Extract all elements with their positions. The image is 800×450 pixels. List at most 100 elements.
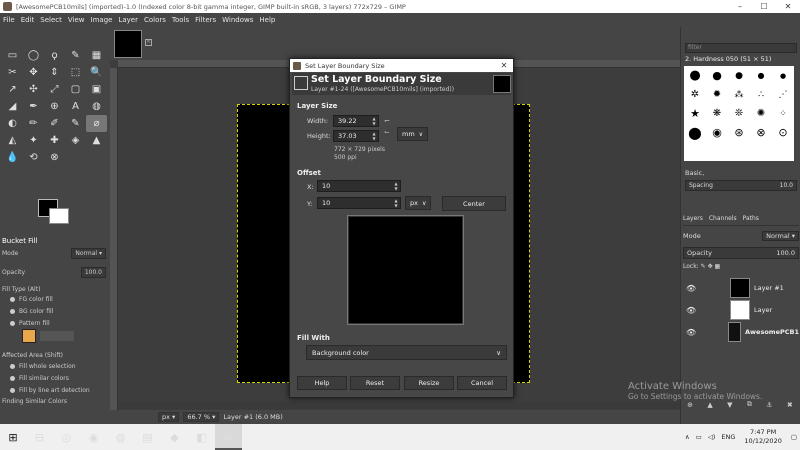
taskbar-app-icon[interactable]: ◎ xyxy=(53,424,80,450)
tool-icon[interactable]: ◯ xyxy=(23,47,44,64)
vscode-icon[interactable]: ◆ xyxy=(161,424,188,450)
eye-icon[interactable]: 👁 xyxy=(686,306,698,315)
tool-icon[interactable]: ϙ xyxy=(44,47,65,64)
menu-filters[interactable]: Filters xyxy=(195,16,216,24)
menu-tools[interactable]: Tools xyxy=(172,16,189,24)
eye-icon[interactable]: 👁 xyxy=(686,328,696,337)
fg-bg-colors[interactable] xyxy=(38,199,72,227)
brush-preset-icon[interactable]: ❋ xyxy=(706,104,728,123)
menu-layer[interactable]: Layer xyxy=(118,16,138,24)
x-offset-input[interactable]: 10 ▲ ▼ xyxy=(317,180,401,192)
new-layer-icon[interactable]: ⊕ xyxy=(687,401,693,409)
duplicate-layer-icon[interactable]: ⧉ xyxy=(747,400,752,409)
cancel-button[interactable]: Cancel xyxy=(457,376,507,390)
spin-arrows-icon[interactable]: ▲ ▼ xyxy=(371,131,377,141)
layer-row[interactable]: 👁 AwesomePCB1 xyxy=(683,321,799,343)
network-icon[interactable]: ▭ xyxy=(696,433,702,441)
gimp-taskbar-icon[interactable]: ▣ xyxy=(215,424,242,450)
tool-icon[interactable]: 🔍 xyxy=(86,64,107,81)
center-button[interactable]: Center xyxy=(442,196,506,211)
tool-icon[interactable]: 💧 xyxy=(2,149,23,166)
tool-icon[interactable]: ◍ xyxy=(86,98,107,115)
tool-icon[interactable]: ⤢ xyxy=(44,81,65,98)
tool-icon[interactable]: ✎ xyxy=(65,115,86,132)
layer-down-icon[interactable]: ▼ xyxy=(727,401,732,409)
eye-icon[interactable]: 👁 xyxy=(686,284,698,293)
tool-icon[interactable]: ⊗ xyxy=(44,149,65,166)
spacing-slider[interactable]: Spacing 10.0 xyxy=(685,180,797,191)
fill-option-bg[interactable]: BG color fill xyxy=(2,305,106,317)
reset-button[interactable]: Reset xyxy=(350,376,400,390)
background-color[interactable] xyxy=(49,208,69,224)
y-offset-input[interactable]: 10 ▲ ▼ xyxy=(317,197,401,209)
tool-icon[interactable]: ✐ xyxy=(44,115,65,132)
dialog-close-button[interactable]: ✕ xyxy=(495,61,513,70)
tool-icon[interactable]: ⇕ xyxy=(44,64,65,81)
horizontal-scrollbar[interactable] xyxy=(118,402,680,409)
fill-option-pattern[interactable]: Pattern fill xyxy=(2,317,106,329)
close-tab-icon[interactable]: ✕ xyxy=(145,39,152,46)
file-explorer-icon[interactable]: ▤ xyxy=(134,424,161,450)
brush-preset-icon[interactable]: ● xyxy=(706,66,728,85)
brush-preset-icon[interactable]: ⁘ xyxy=(772,104,794,123)
brush-preset-icon[interactable]: ❊ xyxy=(728,104,750,123)
brush-preset-icon[interactable]: ● xyxy=(684,66,706,85)
taskbar-app-icon[interactable]: ◧ xyxy=(188,424,215,450)
zoom-select[interactable]: 66.7 % ▾ xyxy=(183,412,220,422)
width-input[interactable]: 39.22 ▲ ▼ xyxy=(333,115,379,127)
layer-opacity-slider[interactable]: Opacity 100.0 xyxy=(683,247,799,259)
brush-preset-icon[interactable]: ✲ xyxy=(684,85,706,104)
tool-icon[interactable]: ▢ xyxy=(65,81,86,98)
menu-help[interactable]: Help xyxy=(259,16,275,24)
brush-preset-icon[interactable]: ⊙ xyxy=(772,123,794,142)
clock[interactable]: 7:47 PM 10/12/2020 xyxy=(744,428,781,446)
tool-icon[interactable]: ▣ xyxy=(86,81,107,98)
affected-option-similar[interactable]: Fill similar colors xyxy=(2,372,106,384)
brush-preset-icon[interactable]: ★ xyxy=(684,104,706,123)
brush-preset-icon[interactable]: ⊛ xyxy=(728,123,750,142)
pattern-name-field[interactable] xyxy=(40,331,74,341)
fill-with-select[interactable]: Background color ∨ xyxy=(306,345,507,360)
chain-link-icon[interactable]: ⌐ ⌙ xyxy=(384,116,391,138)
tray-chevron-icon[interactable]: ∧ xyxy=(685,433,690,441)
height-input[interactable]: 37.03 ▲ ▼ xyxy=(333,130,379,142)
mode-select[interactable]: Normal ▾ xyxy=(71,247,106,259)
brush-preset-icon[interactable]: ∴ xyxy=(750,85,772,104)
delete-layer-icon[interactable]: ✖ xyxy=(787,401,793,409)
menu-file[interactable]: File xyxy=(3,16,15,24)
menu-edit[interactable]: Edit xyxy=(21,16,35,24)
help-button[interactable]: Help xyxy=(297,376,347,390)
volume-icon[interactable]: ◁) xyxy=(708,433,716,441)
brush-preset-icon[interactable]: ✺ xyxy=(750,104,772,123)
maximize-button[interactable]: ☐ xyxy=(752,2,776,11)
offset-unit-select[interactable]: px ∨ xyxy=(405,196,432,210)
tool-icon[interactable]: ✦ xyxy=(23,132,44,149)
brush-preset-icon[interactable]: ✹ xyxy=(706,85,728,104)
tool-icon[interactable]: ✎ xyxy=(65,47,86,64)
notifications-icon[interactable]: ▢ xyxy=(791,433,797,441)
lock-pixels-icon[interactable]: ✎ xyxy=(701,263,706,270)
tool-icon[interactable]: ✣ xyxy=(23,81,44,98)
tool-icon[interactable]: ⊕ xyxy=(44,98,65,115)
fill-option-fg[interactable]: FG color fill xyxy=(2,293,106,305)
vertical-ruler[interactable] xyxy=(110,68,118,410)
tool-icon[interactable]: ⟲ xyxy=(23,149,44,166)
tab-channels[interactable]: Channels xyxy=(709,215,737,225)
windows-start-icon[interactable]: ⊞ xyxy=(0,431,26,444)
taskbar-app-icon[interactable]: ◉ xyxy=(80,424,107,450)
brush-preset-icon[interactable]: ◉ xyxy=(706,123,728,142)
task-view-icon[interactable]: ⊟ xyxy=(26,424,53,450)
tool-icon[interactable]: A xyxy=(65,98,86,115)
tab-layers[interactable]: Layers xyxy=(683,215,703,225)
spin-arrows-icon[interactable]: ▲ ▼ xyxy=(371,116,377,126)
spin-arrows-icon[interactable]: ▲ ▼ xyxy=(393,181,399,191)
tab-paths[interactable]: Paths xyxy=(743,215,759,225)
tool-icon[interactable]: ▭ xyxy=(2,47,23,64)
brush-preset-icon[interactable]: ● xyxy=(772,66,794,85)
layer-offset-preview[interactable] xyxy=(347,215,464,325)
brush-preset-icon[interactable]: ● xyxy=(750,66,772,85)
close-button[interactable]: ✕ xyxy=(776,2,800,11)
layer-row[interactable]: 👁 Layer #1 xyxy=(683,277,799,299)
unit-select[interactable]: px ▾ xyxy=(158,412,180,422)
brush-preset-icon[interactable]: ⊗ xyxy=(750,123,772,142)
